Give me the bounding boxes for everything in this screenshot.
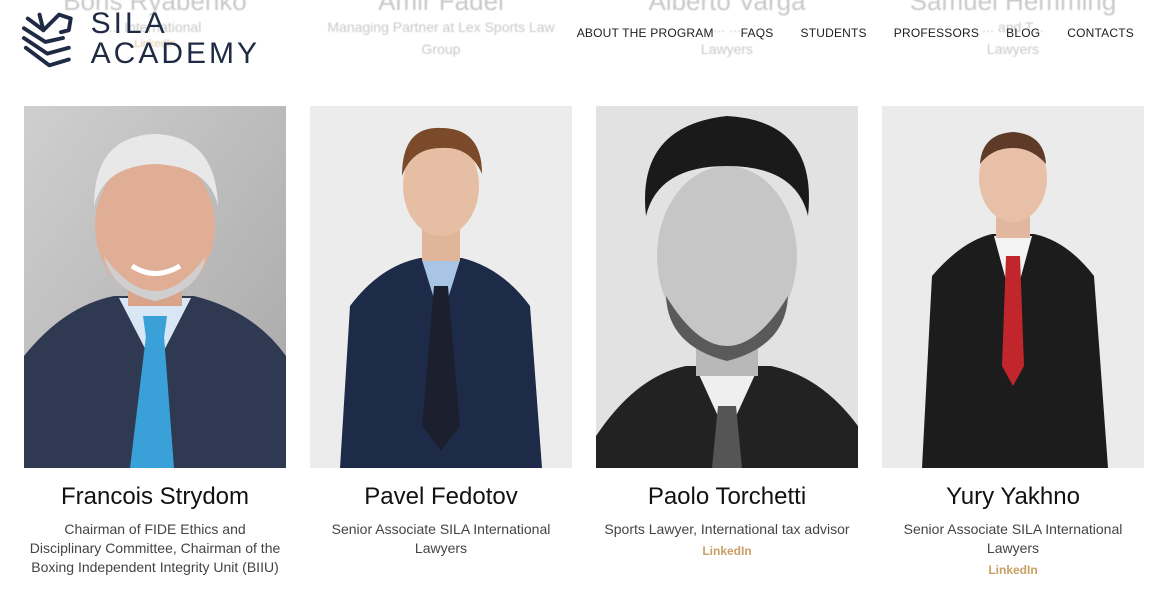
professor-card: Yury Yakhno Senior Associate SILA Intern… [882,106,1144,579]
professor-photo [24,106,286,468]
nav-professors[interactable]: PROFESSORS [894,24,979,42]
professors-grid: Francois Strydom Chairman of FIDE Ethics… [24,106,1144,579]
professor-name: Yury Yakhno [946,483,1080,510]
professor-card: Francois Strydom Chairman of FIDE Ethics… [24,106,286,579]
portrait-bearded-man-bw-image [596,106,858,468]
professor-title: Sports Lawyer, International tax advisor [604,521,850,537]
logo-home-link[interactable]: SILA ACADEMY [20,6,260,72]
nav-faqs[interactable]: FAQS [741,24,774,42]
professor-title: Chairman of FIDE Ethics and Disciplinary… [29,521,281,575]
linkedin-link[interactable]: LinkedIn [702,544,751,558]
professor-name: Francois Strydom [60,483,250,510]
professor-photo [596,106,858,468]
main-nav: ABOUT THE PROGRAM FAQS STUDENTS PROFESSO… [577,24,1134,42]
portrait-young-man-image [310,106,572,468]
nav-contacts[interactable]: CONTACTS [1067,24,1134,42]
portrait-man-red-tie-image [882,106,1144,468]
site-header: SILA ACADEMY ABOUT THE PROGRAM FAQS STUD… [0,0,1170,82]
professor-card: Paolo Torchetti Sports Lawyer, Internati… [596,106,858,579]
professor-card: Pavel Fedotov Senior Associate SILA Inte… [310,106,572,579]
lion-logo-icon [21,12,73,68]
professor-title: Senior Associate SILA International Lawy… [903,521,1123,556]
nav-students[interactable]: STUDENTS [800,24,866,42]
professor-title: Senior Associate SILA International Lawy… [331,521,551,556]
professor-photo [310,106,572,468]
professor-name: Paolo Torchetti [647,483,807,510]
portrait-older-man-image [24,106,286,468]
professor-photo [882,106,1144,468]
nav-about-program[interactable]: ABOUT THE PROGRAM [577,24,714,42]
linkedin-link[interactable]: LinkedIn [988,563,1037,577]
logo-line-1: SILA [90,7,168,40]
logo-wordmark: SILA ACADEMY [91,9,260,69]
nav-blog[interactable]: BLOG [1006,24,1040,42]
professor-name: Pavel Fedotov [364,483,518,510]
logo-line-2: ACADEMY [90,37,260,70]
